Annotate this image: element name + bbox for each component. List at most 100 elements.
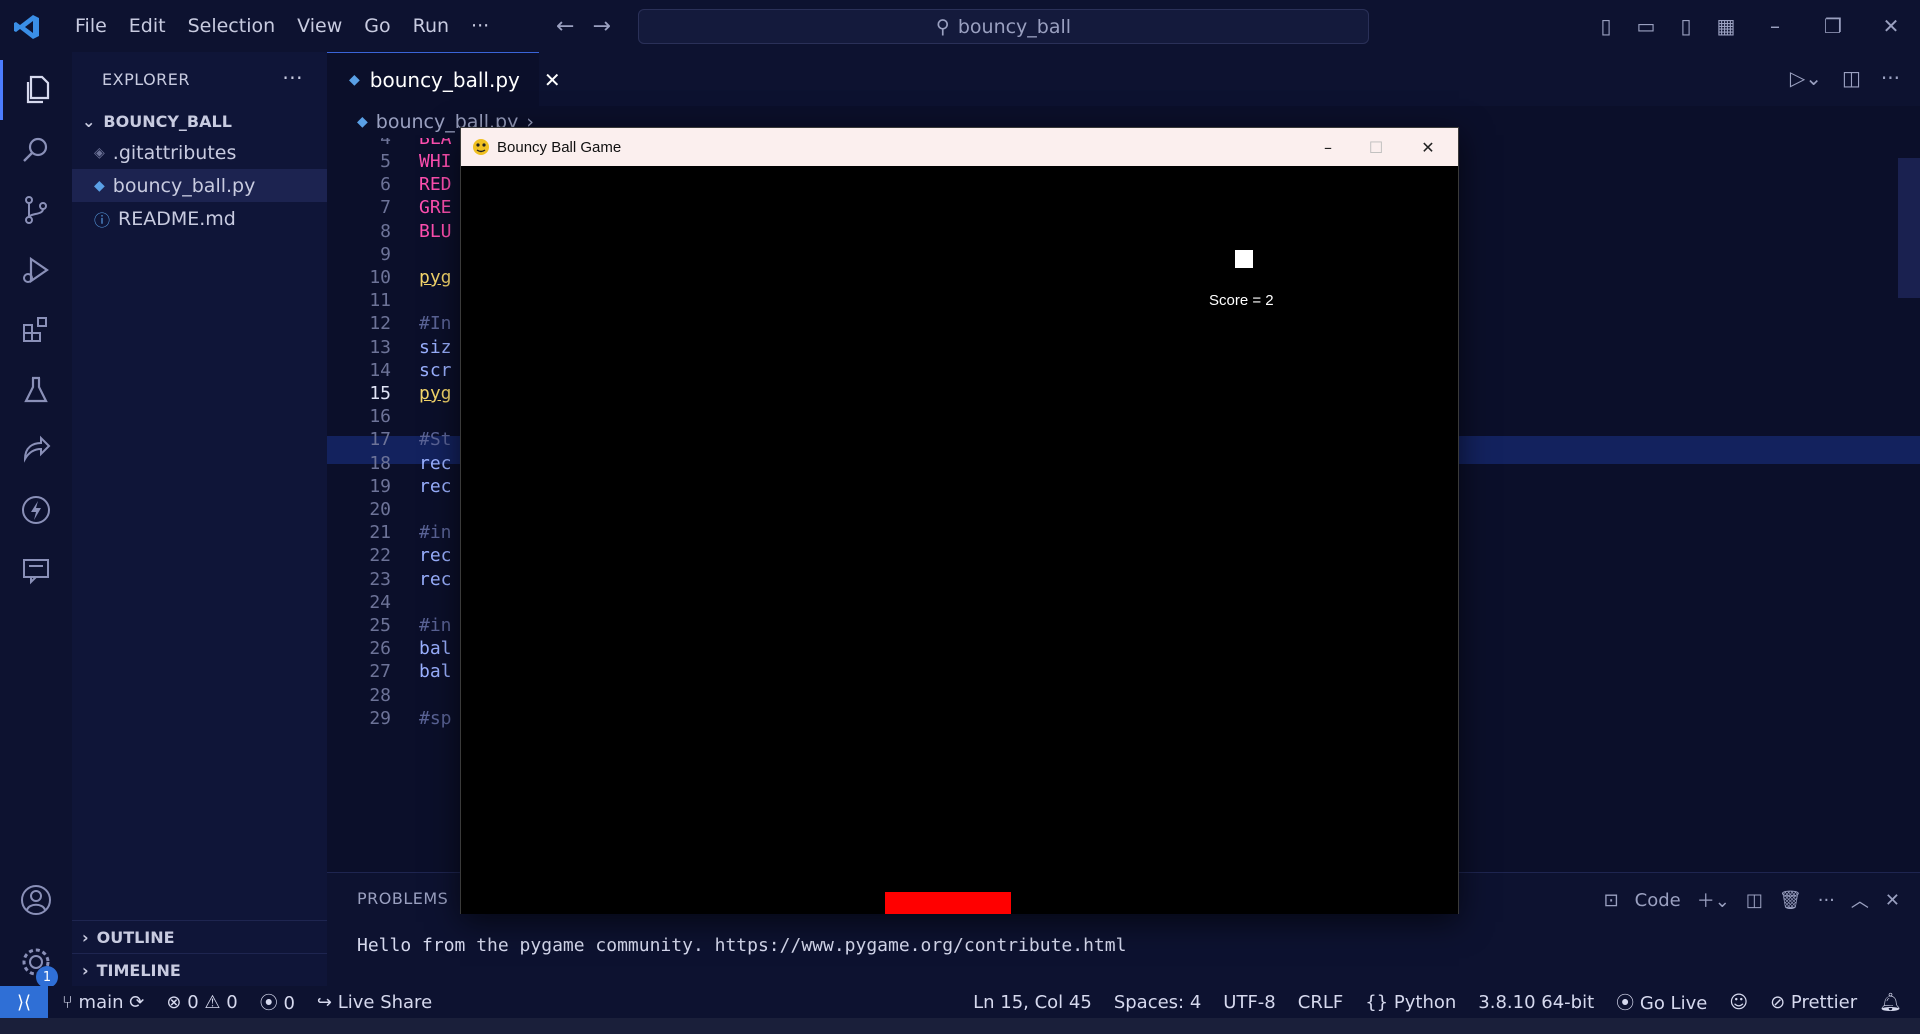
pygame-maximize-icon[interactable]: ☐ (1347, 128, 1405, 166)
bell-icon[interactable]: 🔔︎ (1879, 992, 1902, 1013)
manage-gear-icon[interactable]: 1 (0, 932, 72, 992)
pygame-close-icon[interactable]: ✕ (1399, 128, 1457, 166)
accounts-icon[interactable] (0, 870, 72, 930)
customize-layout-icon[interactable]: ▦ (1706, 14, 1746, 38)
ports-item[interactable]: ⦿ 0 (260, 989, 295, 1015)
remote-explorer-icon[interactable] (0, 540, 72, 600)
testing-flask-icon[interactable] (0, 360, 72, 420)
line-number: 6 (380, 174, 391, 196)
score-text: Score = 2 (1209, 292, 1274, 309)
file-readme-md[interactable]: ⓘ README.md (72, 202, 327, 235)
project-folder-header[interactable]: ⌄ BOUNCY_BALL (72, 106, 327, 136)
minimize-icon[interactable]: – (1746, 14, 1804, 38)
line-number: 15 (369, 382, 391, 404)
extensions-icon[interactable] (0, 300, 72, 360)
toggle-primary-sidebar-icon[interactable]: ▯ (1586, 14, 1626, 38)
more-actions-icon[interactable]: ··· (282, 66, 303, 90)
pygame-titlebar[interactable]: Bouncy Ball Game – ☐ ✕ (461, 128, 1458, 166)
paddle[interactable] (885, 892, 1011, 914)
thunder-lightning-icon[interactable] (0, 480, 72, 540)
line-number: 11 (369, 290, 391, 312)
close-tab-icon[interactable]: ✕ (544, 68, 561, 92)
title-bar: File Edit Selection View Go Run ··· ← → … (0, 0, 1920, 52)
code-text: #sp (419, 707, 452, 729)
search-icon: ⚲ (935, 15, 950, 38)
toggle-panel-icon[interactable]: ▭ (1626, 14, 1666, 38)
explorer-title: EXPLORER (102, 69, 190, 89)
tab-problems[interactable]: PROBLEMS (357, 889, 448, 908)
menu-view[interactable]: View (286, 15, 353, 37)
line-number: 14 (369, 359, 391, 381)
code-text: #In (419, 313, 452, 335)
live-share-icon: ↪ (316, 991, 332, 1013)
pygame-snake-icon (473, 139, 489, 155)
command-center-search[interactable]: ⚲ bouncy_ball (638, 9, 1369, 44)
restore-icon[interactable]: ❐ (1804, 14, 1862, 38)
line-number: 9 (380, 243, 391, 265)
line-ending[interactable]: CRLF (1298, 992, 1343, 1013)
go-live-item[interactable]: ⦿ Go Live (1616, 989, 1707, 1015)
timeline-section[interactable]: › TIMELINE (72, 953, 327, 986)
python-file-icon: ◆ (94, 177, 105, 194)
file-bouncy-ball-py[interactable]: ◆ bouncy_ball.py (72, 169, 327, 202)
file-gitattributes[interactable]: ◈ .gitattributes (72, 136, 327, 169)
copilot-icon[interactable]: ☺ (1729, 992, 1748, 1013)
live-share-view-icon[interactable] (0, 420, 72, 480)
run-python-file-icon[interactable]: ▷⌄ (1790, 66, 1822, 90)
maximize-panel-icon[interactable]: ︿ (1851, 887, 1869, 913)
code-text: WHI (419, 150, 452, 172)
python-interpreter[interactable]: 3.8.10 64-bit (1478, 992, 1594, 1013)
code-text: #St (419, 429, 452, 451)
info-icon: ⓘ (94, 210, 111, 230)
outline-section[interactable]: › OUTLINE (72, 920, 327, 953)
split-terminal-icon[interactable]: ◫ (1746, 890, 1763, 911)
game-canvas[interactable]: Score = 2 (461, 166, 1458, 914)
menu-selection[interactable]: Selection (177, 15, 287, 37)
toggle-secondary-sidebar-icon[interactable]: ▯ (1666, 14, 1706, 38)
sync-icon: ⟳ (129, 991, 145, 1013)
line-number: 20 (369, 498, 391, 520)
trash-icon[interactable]: 🗑 (1779, 890, 1802, 911)
menu-file[interactable]: File (64, 15, 118, 37)
remote-indicator-icon[interactable]: ⟩⟨ (0, 986, 48, 1018)
line-number: 24 (369, 591, 391, 613)
code-text: rec (419, 568, 452, 590)
run-debug-icon[interactable] (0, 240, 72, 300)
menu-edit[interactable]: Edit (118, 15, 177, 37)
chevron-right-icon: › (82, 927, 89, 947)
problems-item[interactable]: ⊗ 0 ⚠ 0 (166, 992, 237, 1013)
new-terminal-icon[interactable]: ＋⌄ (1697, 887, 1730, 913)
live-share-item[interactable]: ↪ Live Share (317, 992, 432, 1013)
menu-go[interactable]: Go (353, 15, 401, 37)
search-view-icon[interactable] (0, 120, 72, 180)
code-text: siz (419, 336, 452, 358)
indentation[interactable]: Spaces: 4 (1114, 992, 1201, 1013)
explorer-icon[interactable] (0, 60, 72, 120)
line-number: 5 (380, 150, 391, 172)
file-label: bouncy_ball.py (112, 174, 256, 197)
back-arrow-icon[interactable]: ← (556, 14, 574, 39)
close-panel-icon[interactable]: ✕ (1885, 890, 1900, 911)
live-share-label: Live Share (337, 991, 433, 1013)
tab-bouncy-ball-py[interactable]: ◆ bouncy_ball.py ✕ (327, 52, 561, 106)
menu-run[interactable]: Run (402, 15, 460, 37)
cursor-position[interactable]: Ln 15, Col 45 (973, 992, 1092, 1013)
source-control-icon[interactable] (0, 180, 72, 240)
prettier-item[interactable]: ⊘ Prettier (1770, 992, 1857, 1013)
code-text: RED (419, 174, 452, 196)
terminal-name[interactable]: Code (1635, 890, 1681, 911)
menu-more[interactable]: ··· (460, 15, 500, 37)
language-mode[interactable]: {} Python (1365, 992, 1456, 1013)
more-actions-icon[interactable]: ··· (1818, 890, 1835, 911)
python-file-icon: ◆ (357, 114, 368, 130)
encoding[interactable]: UTF-8 (1223, 992, 1275, 1013)
file-label: README.md (118, 207, 236, 230)
forward-arrow-icon[interactable]: → (592, 14, 610, 39)
pygame-window[interactable]: Bouncy Ball Game – ☐ ✕ Score = 2 (460, 127, 1459, 914)
branch-item[interactable]: ⑂ main ⟳ (62, 992, 144, 1013)
more-actions-icon[interactable]: ··· (1881, 66, 1900, 90)
split-editor-icon[interactable]: ◫ (1842, 66, 1861, 90)
notification-badge: 1 (36, 966, 58, 988)
line-number: 17 (369, 429, 391, 451)
close-window-icon[interactable]: ✕ (1862, 14, 1920, 38)
